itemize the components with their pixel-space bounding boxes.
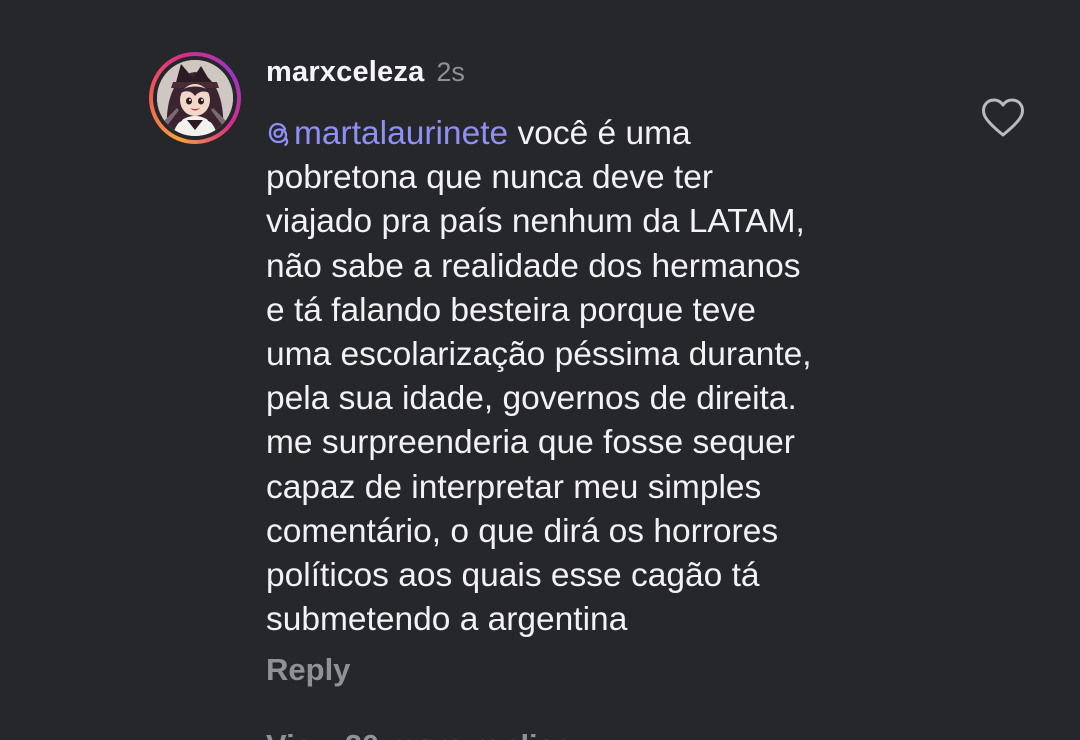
avatar[interactable]: [157, 60, 233, 136]
comment-line: e tá falando besteira porque teve: [266, 291, 756, 329]
comment-line: não sabe a realidade dos hermanos: [266, 247, 801, 285]
comment-line: submetendo a argentina: [266, 601, 628, 639]
like-button[interactable]: [980, 96, 1026, 140]
mention-link[interactable]: martalaurinete: [266, 115, 508, 152]
comment-line: viajado pra país nenhum da LATAM,: [266, 203, 805, 241]
comment-line: uma escolarização péssima durante,: [266, 335, 812, 373]
comment-line: pela sua idade, governos de direita.: [266, 380, 797, 418]
comment-header: marxceleza 2s: [266, 56, 465, 96]
comment-line: políticos aos quais esse cagão tá: [266, 556, 760, 594]
username-link[interactable]: marxceleza: [266, 56, 424, 89]
comment-line: comentário, o que dirá os horrores: [266, 512, 779, 550]
comment-line: me surpreenderia que fosse sequer: [266, 424, 795, 462]
comment-item: marxceleza 2s martalaurinete você é uma …: [0, 0, 1080, 740]
comment-line-1-text: você é uma: [508, 115, 691, 152]
reply-button[interactable]: Reply: [266, 652, 350, 688]
comment-timestamp: 2s: [436, 57, 465, 87]
avatar-story-ring[interactable]: [149, 52, 241, 144]
threads-at-icon: [268, 122, 289, 146]
heart-outline-icon: [982, 98, 1024, 137]
comment-line: pobretona que nunca deve ter: [266, 159, 714, 197]
avatar-illustration-icon: [157, 60, 233, 136]
mention-username[interactable]: martalaurinete: [294, 115, 508, 152]
comment-line: capaz de interpretar meu simples: [266, 468, 762, 506]
view-more-replies-button[interactable]: View 20 more replies: [266, 728, 572, 740]
comment-line-1: martalaurinete você é uma: [266, 112, 946, 156]
comment-body: martalaurinete você é uma pobretona que …: [266, 112, 946, 642]
